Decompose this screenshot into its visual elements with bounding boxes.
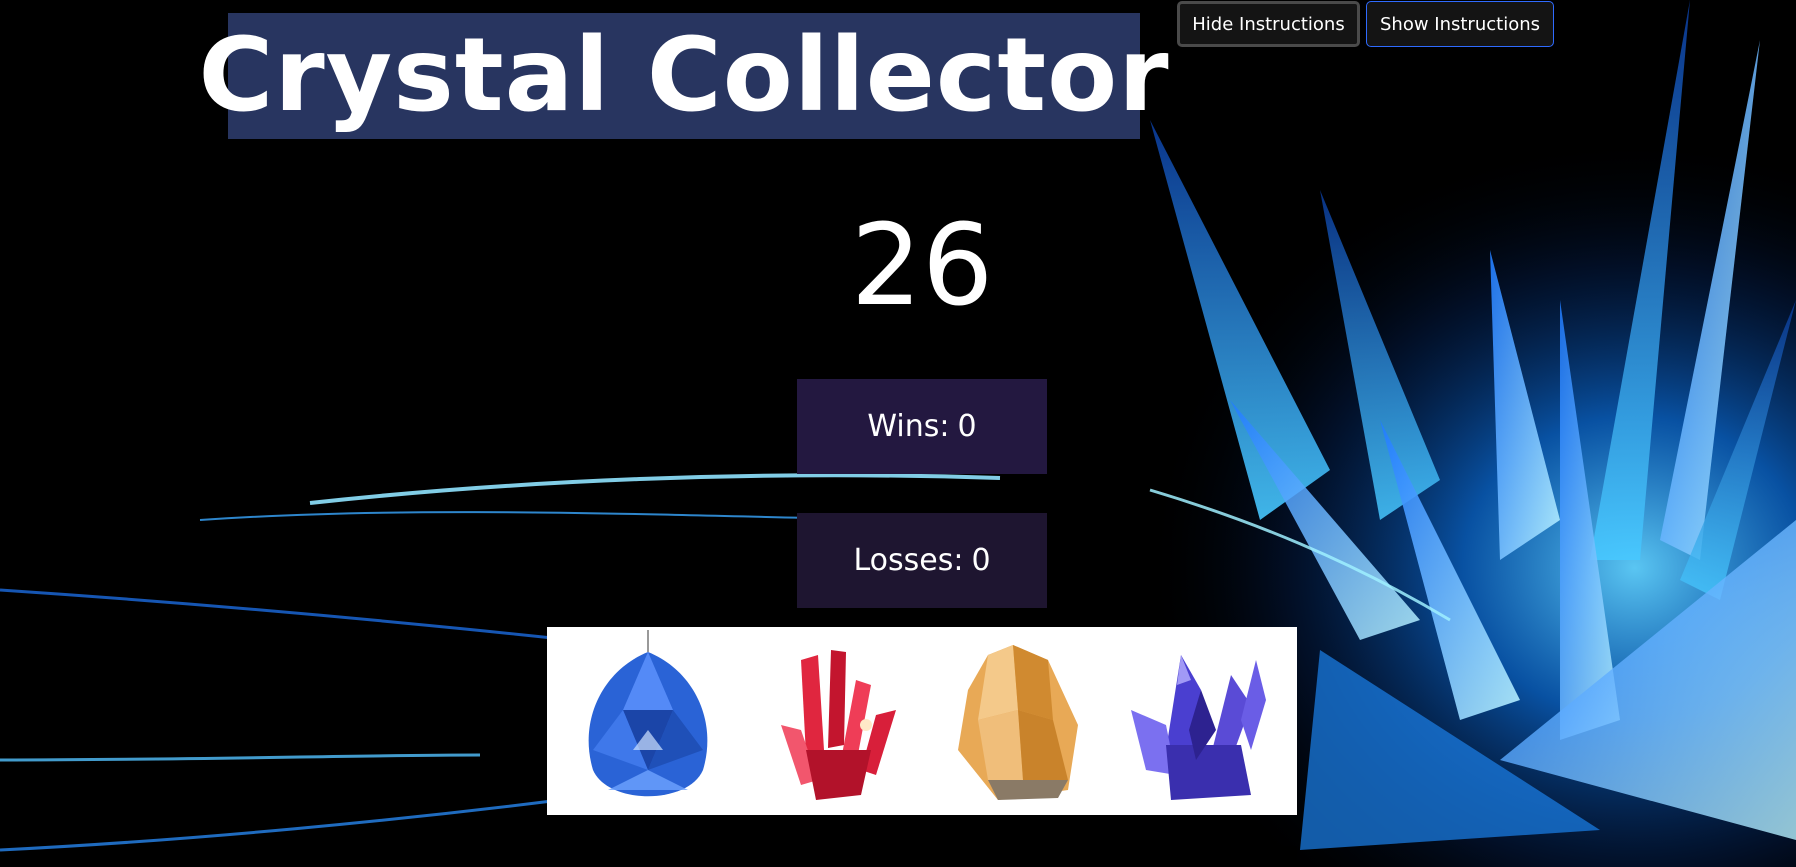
wins-count: 0 [957, 409, 977, 444]
crystal-tray [547, 627, 1297, 815]
wins-box: Wins: 0 [797, 379, 1047, 474]
show-instructions-button[interactable]: Show Instructions [1366, 1, 1554, 47]
amber-crystal-icon [958, 645, 1079, 800]
purple-crystal-button[interactable] [1110, 630, 1282, 812]
red-crystal-icon [780, 650, 896, 800]
amber-crystal-button[interactable] [927, 630, 1099, 812]
game-stage: Crystal Collector Hide Instructions Show… [0, 0, 1796, 867]
target-number: 26 [850, 201, 994, 331]
red-crystal-button[interactable] [745, 630, 917, 812]
bottom-strip [547, 846, 1297, 867]
hide-instructions-button[interactable]: Hide Instructions [1177, 1, 1360, 47]
title-banner: Crystal Collector [198, 13, 1169, 139]
losses-label: Losses: [853, 543, 964, 578]
blue-crystal-button[interactable] [562, 630, 734, 812]
losses-count: 0 [971, 543, 991, 578]
wins-label: Wins: [867, 409, 950, 444]
losses-box: Losses: 0 [797, 513, 1047, 608]
blue-crystal-icon [588, 630, 708, 797]
purple-crystal-icon [1130, 655, 1266, 800]
page-title: Crystal Collector [198, 16, 1170, 135]
